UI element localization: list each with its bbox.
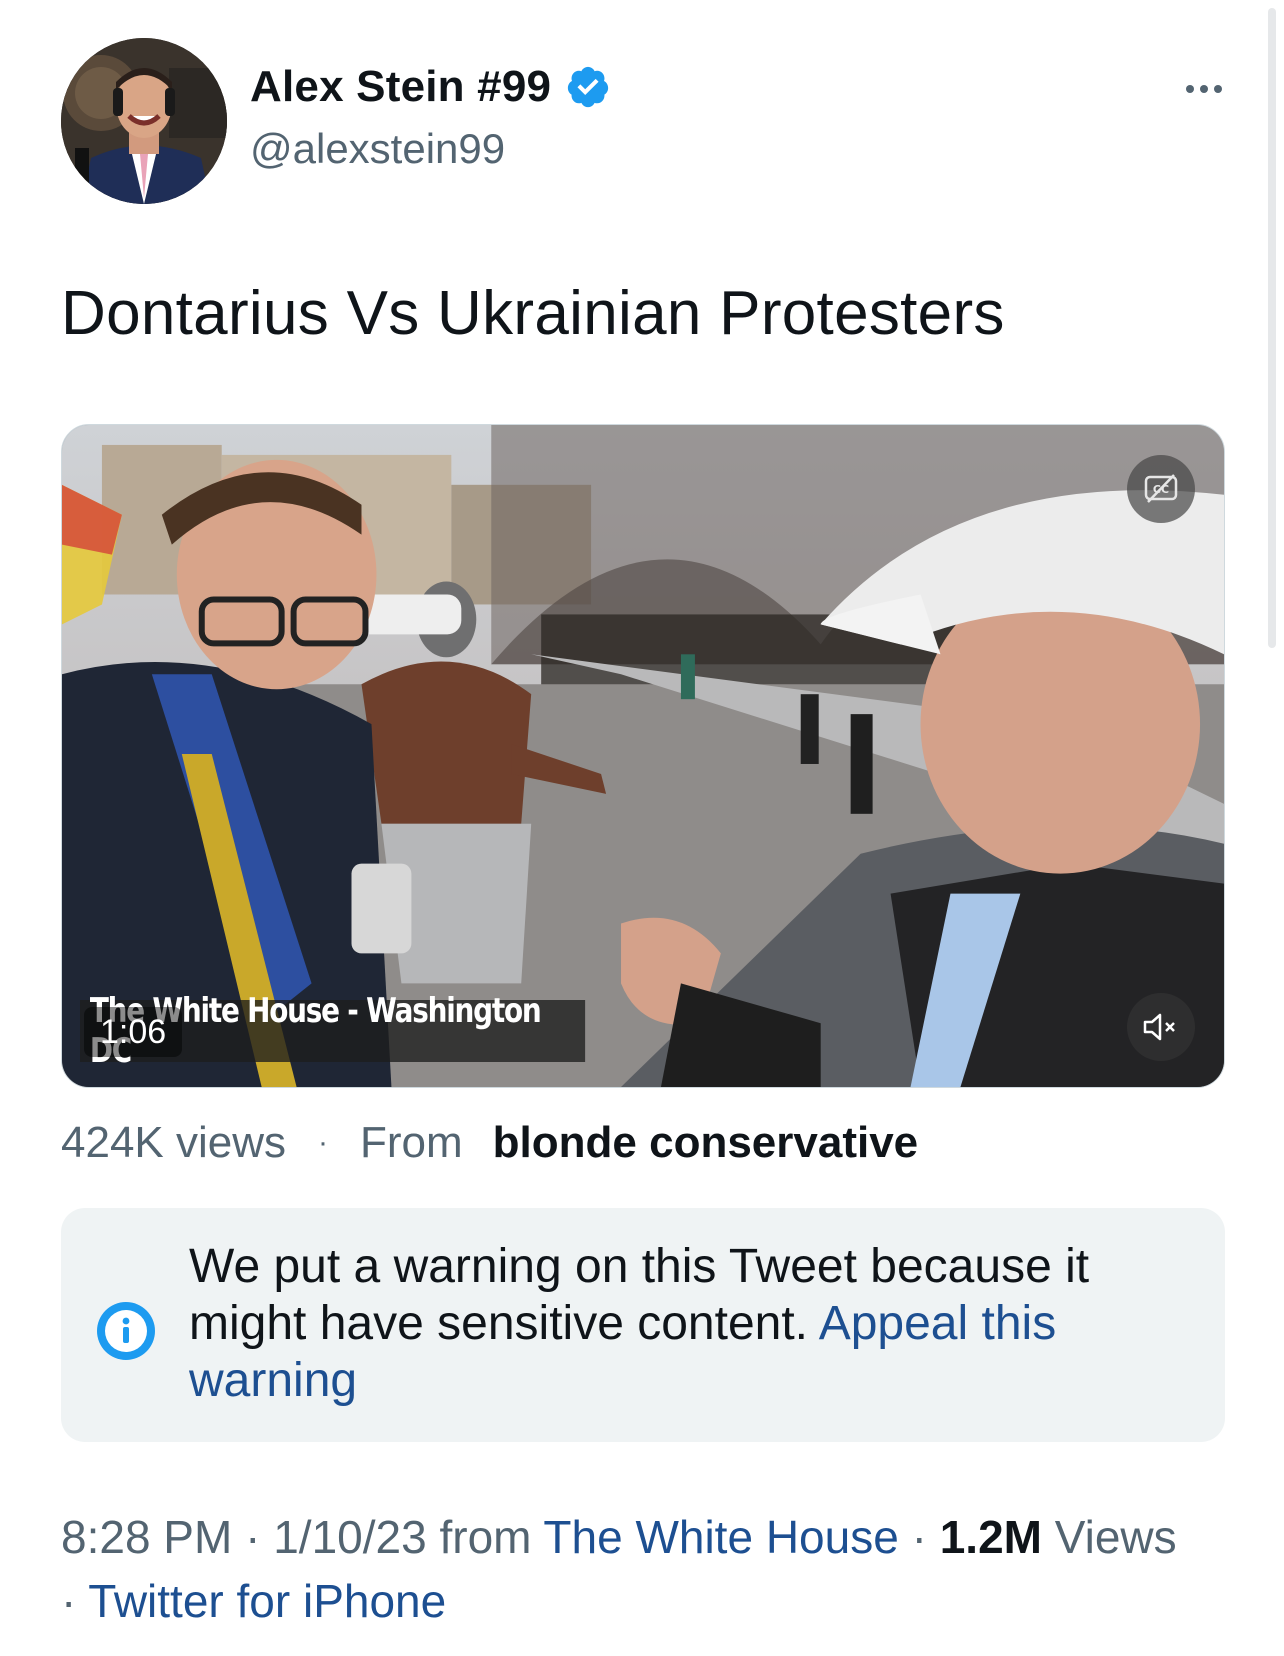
author-name-row[interactable]: Alex Stein #99 (250, 62, 611, 112)
more-icon (1186, 85, 1194, 93)
tweet-time[interactable]: 8:28 PM (61, 1511, 232, 1563)
views-row: 424K views · From blonde conservative (61, 1118, 918, 1168)
video-view-count: 424K views (61, 1118, 287, 1167)
separator-dot: · (61, 1575, 77, 1627)
more-icon-dot (1200, 85, 1208, 93)
tweet-date[interactable]: 1/10/23 (273, 1511, 426, 1563)
warning-message: We put a warning on this Tweet because i… (189, 1238, 1169, 1409)
author-handle[interactable]: @alexstein99 (250, 125, 505, 173)
scrollbar[interactable] (1268, 8, 1276, 648)
verified-badge-icon (568, 66, 609, 108)
closed-captions-button[interactable]: CC (1127, 455, 1195, 523)
mute-toggle-button[interactable] (1127, 993, 1195, 1061)
video-frame (62, 425, 1224, 1087)
info-icon (97, 1302, 155, 1360)
separator-dot: · (245, 1511, 261, 1563)
location-link[interactable]: The White House (543, 1511, 898, 1563)
more-options-button[interactable] (1176, 74, 1232, 104)
client-link[interactable]: Twitter for iPhone (88, 1575, 446, 1627)
sensitive-content-warning: We put a warning on this Tweet because i… (61, 1208, 1225, 1442)
tweet-text: Dontarius Vs Ukrainian Protesters (61, 279, 1005, 348)
avatar[interactable] (61, 38, 227, 204)
tweet-view-count: 1.2M (939, 1511, 1042, 1563)
closed-captions-icon: CC (1144, 474, 1178, 503)
avatar-image (61, 38, 227, 204)
views-label: Views (1054, 1511, 1177, 1563)
separator-dot: · (911, 1511, 927, 1563)
more-icon-dot (1214, 85, 1222, 93)
video-duration: 1:06 (84, 1007, 183, 1057)
from-label: From (360, 1118, 463, 1167)
source-account-link[interactable]: blonde conservative (493, 1118, 918, 1168)
separator-dot: · (318, 1126, 329, 1159)
tweet-meta: 8:28 PM · 1/10/23 from The White House ·… (61, 1505, 1191, 1633)
video-player[interactable]: The White House - Washington DC 1:06 CC (61, 424, 1225, 1088)
from-word: from (439, 1511, 532, 1563)
muted-speaker-icon (1143, 1013, 1175, 1041)
display-name[interactable]: Alex Stein #99 (250, 62, 551, 112)
